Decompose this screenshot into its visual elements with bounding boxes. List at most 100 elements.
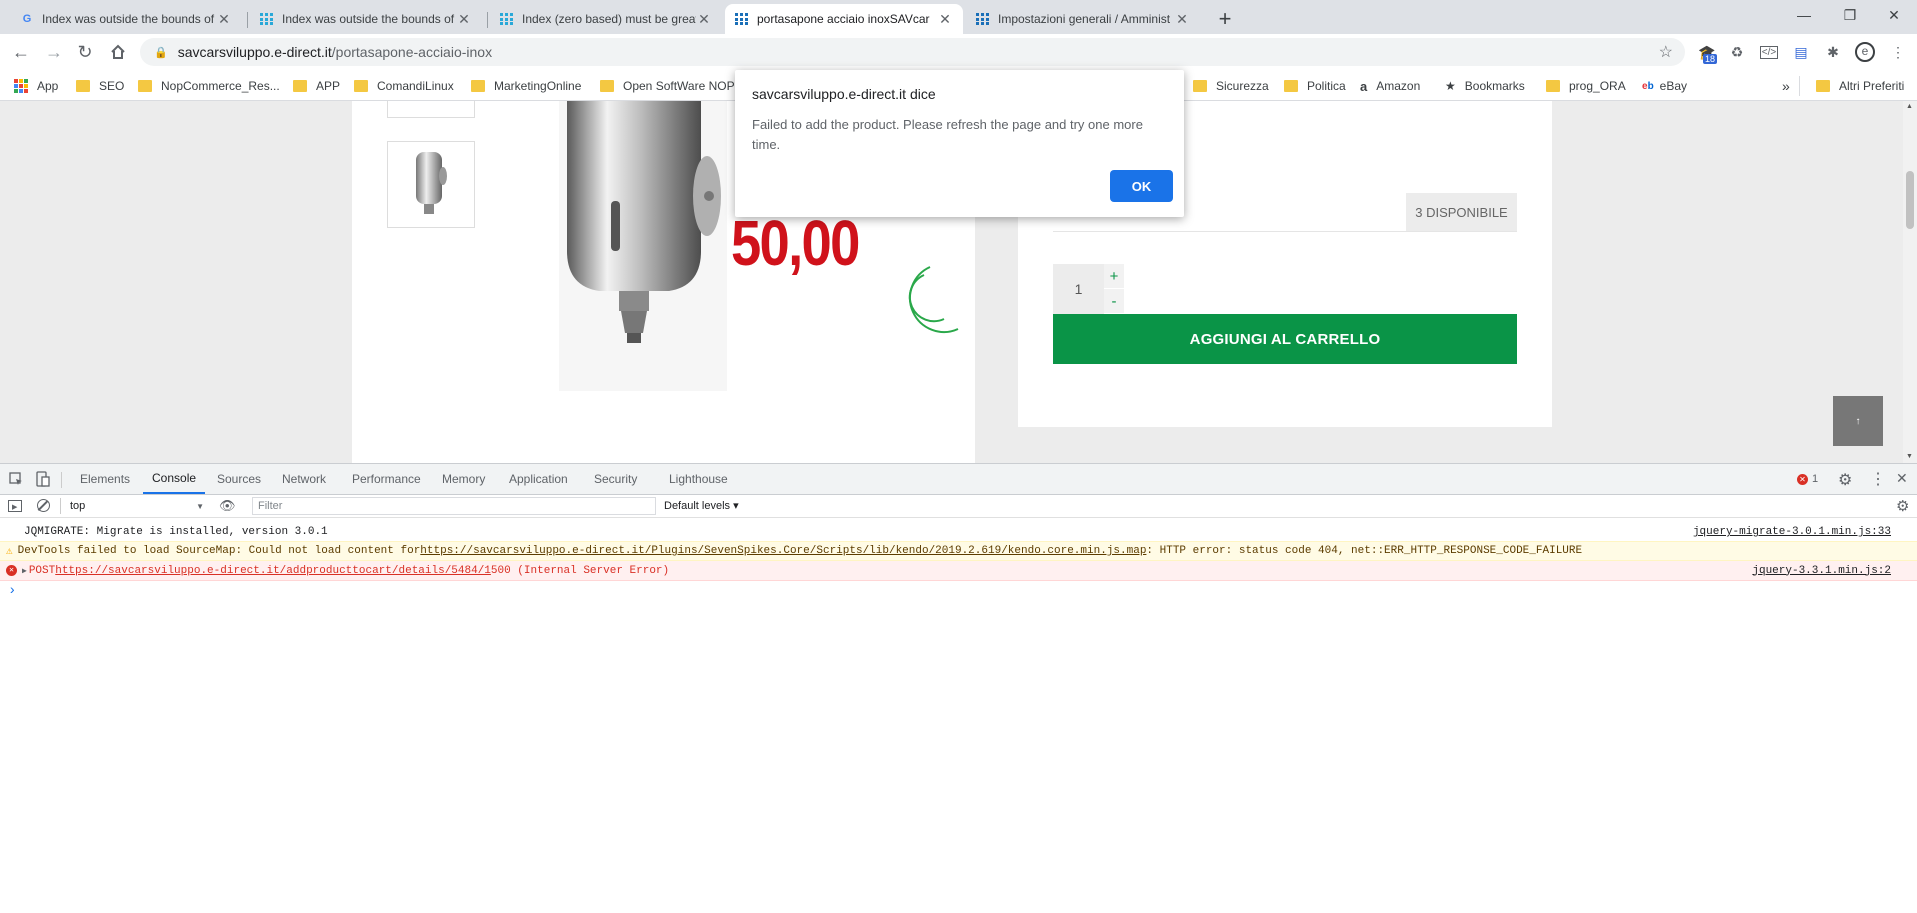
sourcemap-url-link[interactable]: https://savcarsviluppo.e-direct.it/Plugi… bbox=[420, 545, 1146, 557]
scroll-down-arrow-icon[interactable]: ▼ bbox=[1906, 453, 1913, 460]
bookmark-folder[interactable]: ComandiLinux bbox=[354, 76, 454, 96]
bookmark-star[interactable]: ★ Bookmarks bbox=[1445, 76, 1525, 96]
browser-tab[interactable]: Impostazioni generali / Amminist ✕ bbox=[966, 4, 1200, 34]
bookmarks-overflow-button[interactable]: » bbox=[1782, 76, 1790, 96]
devtools-tab-lighthouse[interactable]: Lighthouse bbox=[669, 464, 728, 494]
context-selector[interactable]: top ▼ bbox=[70, 497, 204, 515]
console-filter-input[interactable]: Filter bbox=[252, 497, 656, 515]
sidebar-toggle-icon[interactable]: ▶ bbox=[8, 500, 22, 512]
code-extension-icon[interactable]: </> bbox=[1759, 42, 1779, 62]
scroll-up-arrow-icon[interactable]: ▲ bbox=[1906, 103, 1913, 110]
devtools-menu-icon[interactable]: ⋮ bbox=[1870, 469, 1886, 489]
console-prompt[interactable]: › bbox=[0, 581, 1917, 601]
source-link[interactable]: jquery-migrate-3.0.1.min.js:33 bbox=[1693, 526, 1891, 538]
browser-tab[interactable]: G Index was outside the bounds of ✕ bbox=[10, 4, 242, 34]
request-url-link[interactable]: https://savcarsviluppo.e-direct.it/addpr… bbox=[55, 565, 491, 577]
add-to-cart-button[interactable]: AGGIUNGI AL CARRELLO bbox=[1053, 314, 1517, 364]
product-thumbnail[interactable] bbox=[387, 101, 475, 118]
console-message-info: JQMIGRATE: Migrate is installed, version… bbox=[24, 526, 1891, 538]
log-levels-dropdown[interactable]: Default levels ▾ bbox=[664, 499, 739, 512]
reload-button[interactable]: ↻ bbox=[71, 38, 99, 66]
other-bookmarks[interactable]: Altri Preferiti bbox=[1816, 76, 1904, 96]
close-tab-icon[interactable]: ✕ bbox=[1174, 11, 1190, 28]
console-messages: JQMIGRATE: Migrate is installed, version… bbox=[0, 518, 1917, 913]
bookmark-folder[interactable]: MarketingOnline bbox=[471, 76, 581, 96]
console-toolbar: ▶ top ▼ 👁 Filter Default levels ▾ ⚙ bbox=[0, 495, 1917, 518]
bookmark-folder[interactable]: APP bbox=[293, 76, 340, 96]
close-devtools-icon[interactable]: ✕ bbox=[1896, 470, 1908, 487]
extensions-puzzle-icon[interactable]: ✱ bbox=[1823, 42, 1843, 62]
minimize-button[interactable]: — bbox=[1781, 0, 1827, 30]
source-link[interactable]: jquery-3.3.1.min.js:2 bbox=[1752, 565, 1891, 577]
folder-icon bbox=[1546, 80, 1560, 92]
dialog-ok-button[interactable]: OK bbox=[1110, 170, 1173, 202]
devtools-tabbar: Elements Console Sources Network Perform… bbox=[0, 463, 1917, 495]
console-settings-gear-icon[interactable]: ⚙ bbox=[1896, 497, 1909, 515]
devtools-tab-network[interactable]: Network bbox=[282, 464, 326, 494]
bookmark-folder[interactable]: Sicurezza bbox=[1193, 76, 1269, 96]
page-scrollbar[interactable]: ▲ ▼ bbox=[1903, 101, 1917, 463]
quantity-input[interactable]: 1 bbox=[1053, 264, 1104, 314]
home-button[interactable] bbox=[104, 38, 132, 66]
close-tab-icon[interactable]: ✕ bbox=[696, 11, 712, 28]
bookmark-star-icon[interactable]: ☆ bbox=[1659, 42, 1673, 62]
error-icon: ✕ bbox=[1797, 473, 1808, 485]
quantity-minus-button[interactable]: - bbox=[1104, 289, 1124, 313]
browser-tab[interactable]: Index was outside the bounds of ✕ bbox=[250, 4, 482, 34]
bookmark-folder[interactable]: Politica bbox=[1284, 76, 1346, 96]
back-button[interactable]: ← bbox=[7, 38, 35, 66]
expand-triangle-icon[interactable]: ▶ bbox=[22, 566, 27, 576]
bookmark-apps[interactable]: App bbox=[14, 76, 58, 96]
scroll-to-top-button[interactable]: ↑ bbox=[1833, 396, 1883, 446]
live-expression-eye-icon[interactable]: 👁 bbox=[219, 498, 236, 514]
browser-tab[interactable]: Index (zero based) must be great ✕ bbox=[490, 4, 722, 34]
inspect-element-icon[interactable] bbox=[9, 472, 23, 486]
bookmark-ebay[interactable]: eb eBay bbox=[1642, 76, 1687, 96]
restore-button[interactable]: ❐ bbox=[1827, 0, 1873, 30]
close-tab-icon[interactable]: ✕ bbox=[937, 11, 953, 28]
extension-badge: 18 bbox=[1703, 54, 1718, 64]
forward-button[interactable]: → bbox=[40, 38, 68, 66]
grid-icon bbox=[735, 12, 749, 26]
settings-gear-icon[interactable]: ⚙ bbox=[1838, 470, 1852, 490]
browser-tab-active[interactable]: portasapone acciaio inoxSAVcar ✕ bbox=[725, 4, 963, 34]
browser-menu-icon[interactable]: ⋮ bbox=[1888, 42, 1908, 62]
recycle-extension-icon[interactable]: ♻ bbox=[1727, 42, 1747, 62]
devtools-tab-sources[interactable]: Sources bbox=[217, 464, 261, 494]
devtools-tab-security[interactable]: Security bbox=[594, 464, 637, 494]
console-message-error: ✕ ▶ POST https://savcarsviluppo.e-direct… bbox=[0, 561, 1917, 581]
bookmark-folder[interactable]: Open SoftWare NOP bbox=[600, 76, 735, 96]
window-extension-icon[interactable]: ▤ bbox=[1791, 42, 1811, 62]
close-tab-icon[interactable]: ✕ bbox=[216, 11, 232, 28]
devtools-tab-performance[interactable]: Performance bbox=[352, 464, 421, 494]
grid-icon bbox=[260, 12, 274, 26]
quantity-plus-button[interactable]: + bbox=[1104, 264, 1124, 288]
scrollbar-thumb[interactable] bbox=[1906, 171, 1914, 229]
devtools-tab-memory[interactable]: Memory bbox=[442, 464, 485, 494]
bookmark-folder[interactable]: NopCommerce_Res... bbox=[138, 76, 280, 96]
divider bbox=[1053, 231, 1517, 232]
product-main-image[interactable] bbox=[559, 101, 727, 391]
bookmark-folder[interactable]: SEO bbox=[76, 76, 124, 96]
new-tab-button[interactable]: + bbox=[1211, 5, 1239, 33]
close-window-button[interactable]: ✕ bbox=[1871, 0, 1917, 30]
product-thumbnail[interactable] bbox=[387, 141, 475, 228]
tab-title: Index was outside the bounds of bbox=[282, 12, 455, 26]
device-toolbar-icon[interactable] bbox=[36, 471, 50, 487]
close-tab-icon[interactable]: ✕ bbox=[456, 11, 472, 28]
browser-toolbar: ← → ↻ 🔒 savcarsviluppo.e-direct.it /port… bbox=[0, 34, 1917, 70]
tab-title: Index (zero based) must be great bbox=[522, 12, 696, 26]
tab-separator bbox=[487, 12, 488, 28]
devtools-tab-console[interactable]: Console bbox=[143, 464, 206, 494]
address-bar[interactable]: 🔒 savcarsviluppo.e-direct.it /portasapon… bbox=[140, 38, 1685, 66]
devtools-tab-elements[interactable]: Elements bbox=[80, 464, 130, 494]
dialog-title: savcarsviluppo.e-direct.it dice bbox=[752, 86, 936, 102]
bookmark-folder[interactable]: prog_ORA bbox=[1546, 76, 1626, 96]
devtools-tab-application[interactable]: Application bbox=[509, 464, 568, 494]
error-counter[interactable]: ✕ 1 bbox=[1797, 473, 1818, 485]
bookmark-amazon[interactable]: a Amazon bbox=[1360, 76, 1420, 96]
availability-badge: 3 DISPONIBILE bbox=[1406, 193, 1517, 231]
lock-icon[interactable]: 🔒 bbox=[154, 46, 168, 59]
clear-console-icon[interactable] bbox=[37, 499, 50, 512]
profile-avatar[interactable]: e bbox=[1855, 42, 1875, 62]
